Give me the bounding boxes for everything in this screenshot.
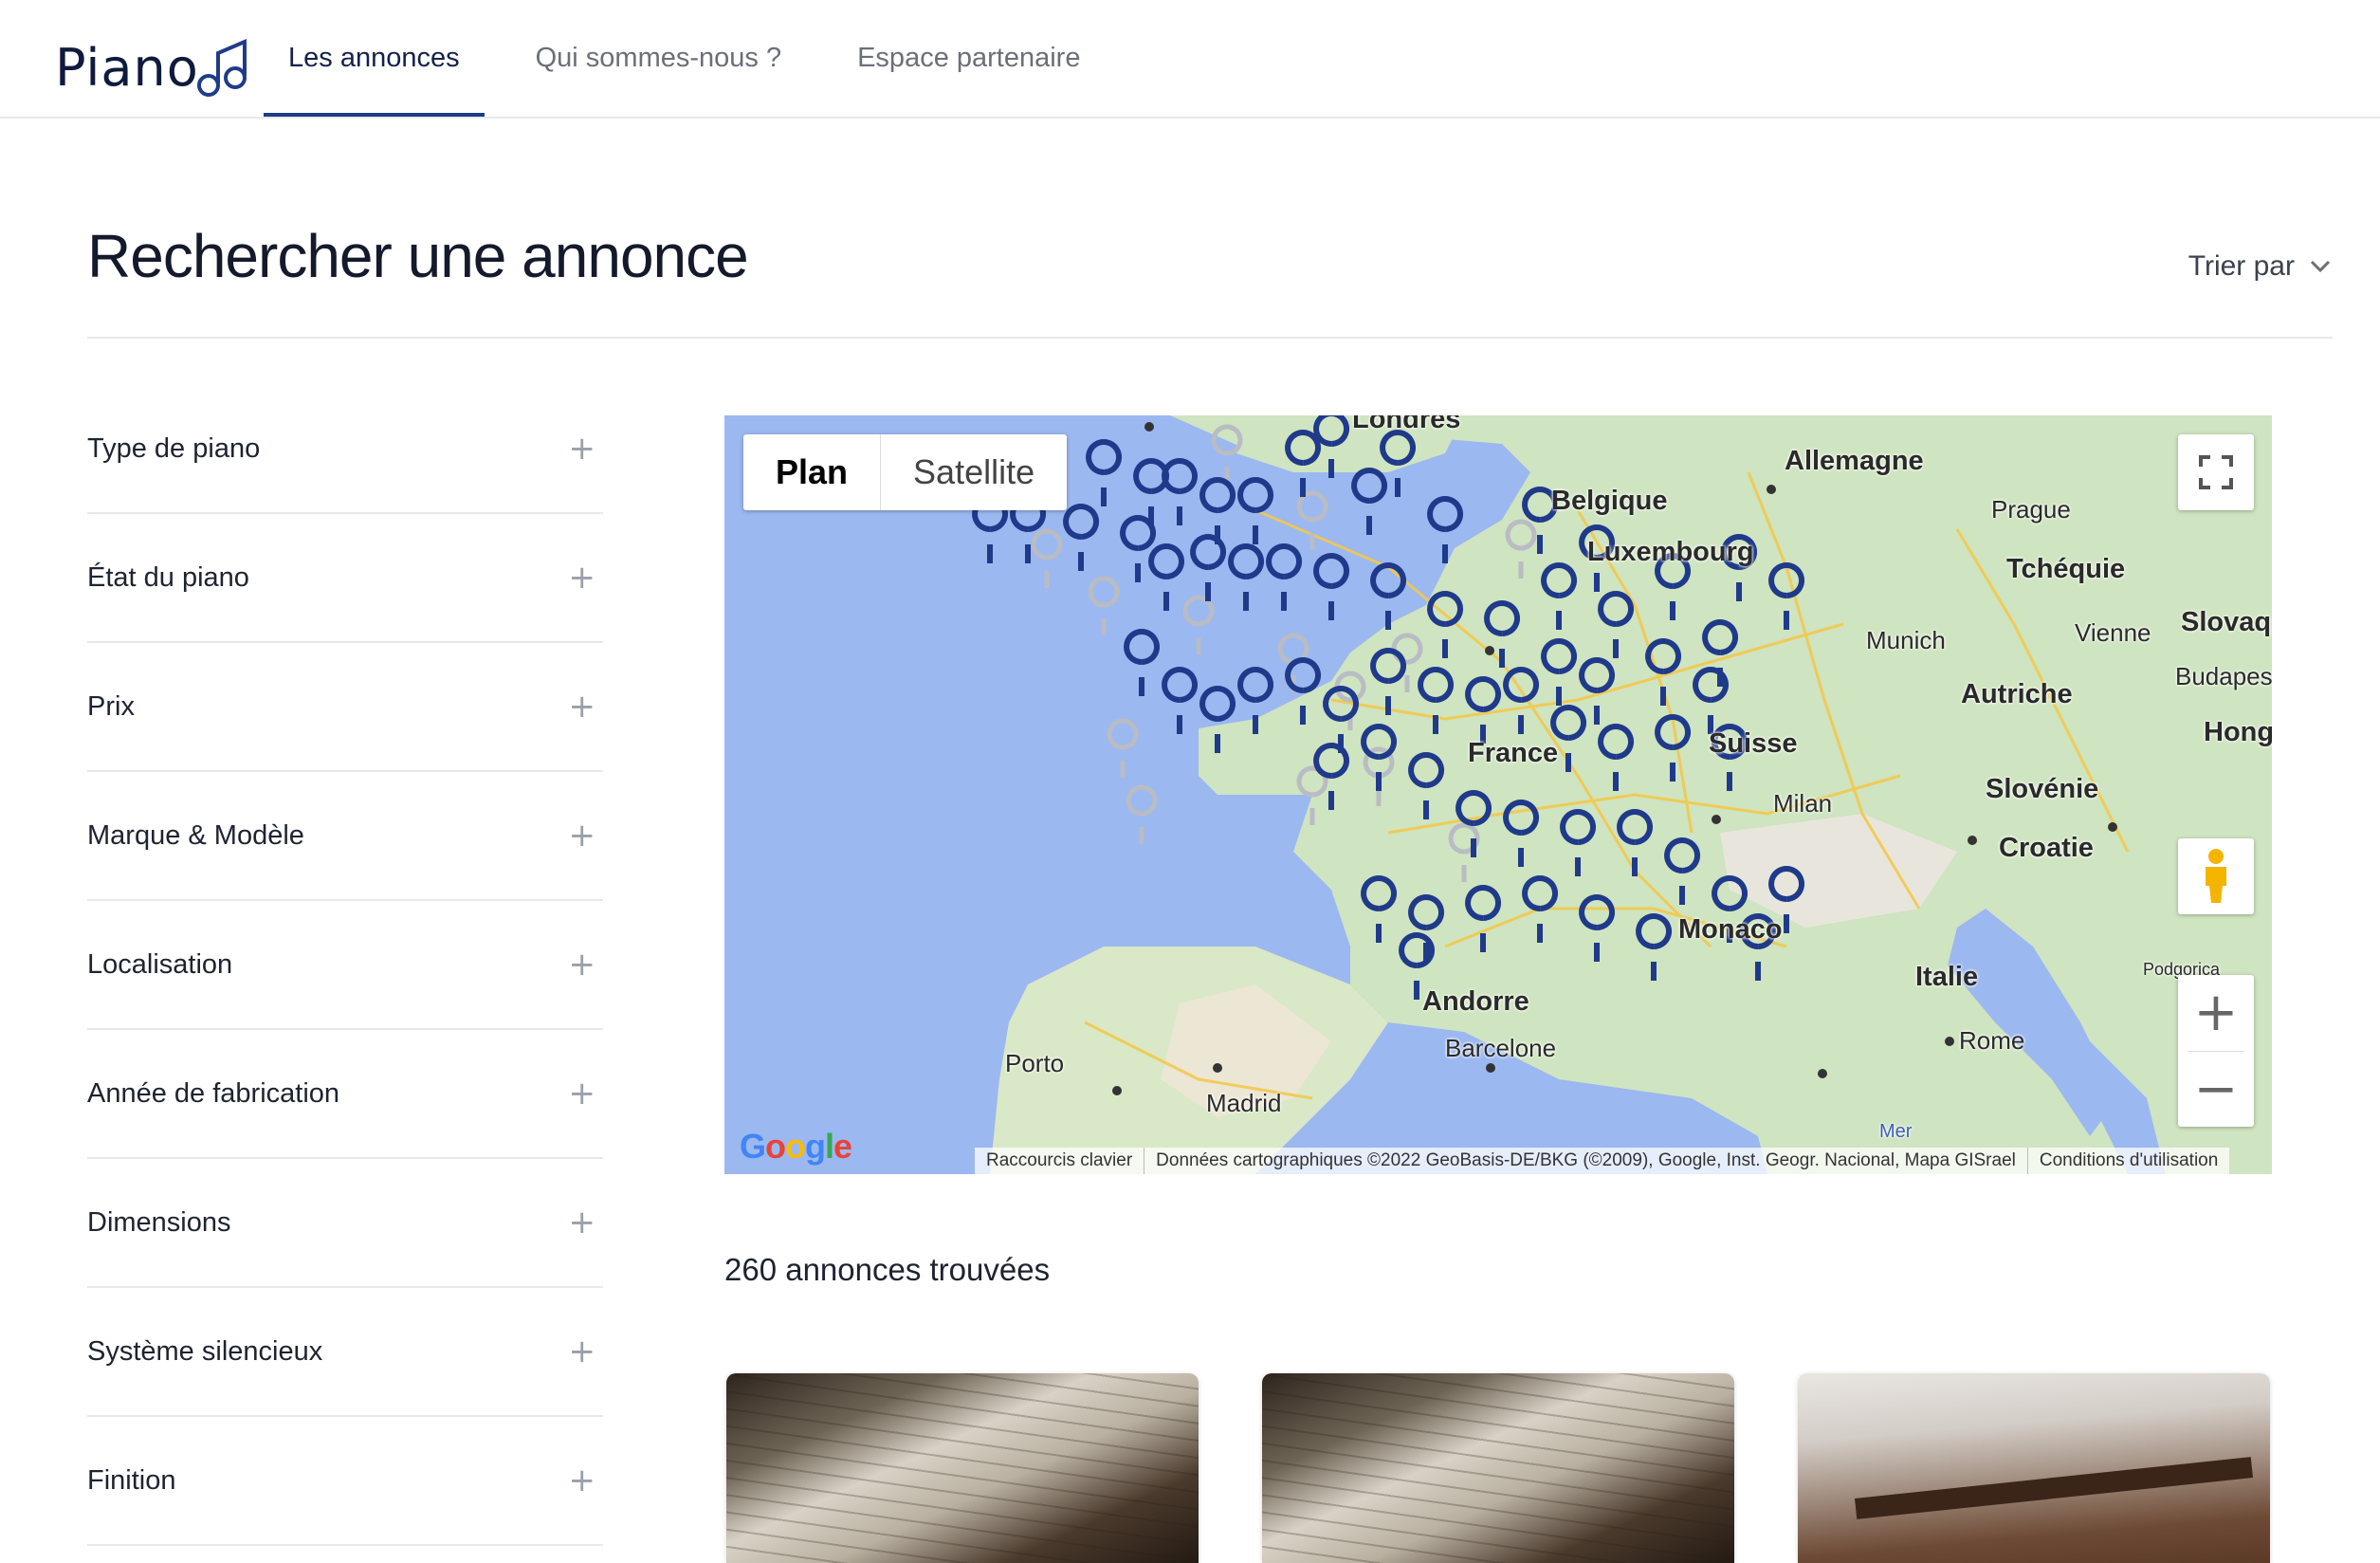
plus-icon: + [568,430,596,468]
page-title: Rechercher une annonce [87,222,749,290]
map-label-rome: Rome [1959,1026,2025,1055]
map-label-slovenie: Slovénie [1986,774,2099,804]
map-label-france: France [1468,738,1559,768]
nav-les-annonces[interactable]: Les annonces [264,0,485,117]
filter-sidebar: Type de piano + État du piano + Prix + Marq… [87,385,603,1546]
map-label-allemagne: Allemagne [1785,446,1924,476]
listing-image [1798,1373,2270,1563]
plus-icon: + [568,688,596,726]
map-label-monaco: Monaco [1678,914,1783,945]
fullscreen-icon [2199,455,2233,489]
listing-image [726,1373,1199,1563]
map-type-satellite-button[interactable]: Satellite [881,434,1067,510]
map-label-suisse: Suisse [1709,728,1798,759]
map-label-munich: Munich [1866,626,1946,654]
chevron-down-icon [2310,260,2331,273]
map-label-milan: Milan [1773,789,1833,818]
filter-systeme-silencieux[interactable]: Système silencieux + [87,1288,603,1417]
map-view[interactable]: Londres Belgique Allemagne Prague Luxemb… [724,415,2272,1174]
filter-localisation[interactable]: Localisation + [87,901,603,1030]
filter-label: Prix [87,690,135,722]
map-label-italie: Italie [1915,962,1979,992]
map-label-mer: Mer [1879,1121,1913,1142]
plus-icon: + [568,559,596,597]
map-label-autriche: Autriche [1961,679,2073,709]
zoom-out-button[interactable]: − [2178,1052,2254,1128]
nav-espace-partenaire[interactable]: Espace partenaire [833,0,1105,117]
zoom-control: + − [2178,975,2254,1127]
plus-icon: + [568,1333,596,1370]
filter-type-de-piano[interactable]: Type de piano + [87,385,603,514]
filter-label: Dimensions [87,1206,231,1238]
pegman-icon [2206,849,2226,903]
listing-card[interactable] [1798,1373,2270,1563]
sort-dropdown[interactable]: Trier par [2188,250,2331,283]
map-label-hong: Hong [2204,717,2272,747]
results-count: 260 annonces trouvées [724,1252,1051,1287]
filter-label: Finition [87,1464,176,1496]
zoom-in-button[interactable]: + [2178,975,2254,1051]
keyboard-shortcuts-link[interactable]: Raccourcis clavier [975,1148,1144,1174]
logo-text: Piano [55,38,199,98]
filter-annee-de-fabrication[interactable]: Année de fabrication + [87,1030,603,1159]
main-nav: Les annonces Qui sommes-nous ? Espace pa… [264,0,1131,117]
map-label-slovaq: Slovaq [2181,607,2272,637]
map-label-porto: Porto [1005,1049,1065,1077]
plus-icon: + [568,1462,596,1499]
filter-label: Type de piano [87,432,261,464]
map-label-belgique: Belgique [1551,486,1668,516]
terms-of-use-link[interactable]: Conditions d'utilisation [2026,1148,2229,1174]
listing-image [1262,1373,1734,1563]
map-type-plan-button[interactable]: Plan [743,434,882,510]
map-data-text: Données cartographiques ©2022 GeoBasis-D… [1144,1148,2027,1174]
map-attribution: Raccourcis clavier Données cartographiqu… [975,1148,2230,1174]
map-label-croatie: Croatie [1999,833,2094,863]
map-label-barcelone: Barcelone [1445,1034,1557,1062]
plus-icon: + [568,1075,596,1112]
filter-label: Année de fabrication [87,1077,340,1109]
top-header: Piano Les annonces Qui sommes-nous ? Esp… [0,0,2380,119]
map-label-tcheque: Tchéquie [2006,554,2126,584]
sort-label: Trier par [2188,250,2295,282]
listing-card[interactable] [726,1373,1199,1563]
filter-finition[interactable]: Finition + [87,1417,603,1546]
music-note-icon [196,38,247,97]
filter-label: Système silencieux [87,1335,323,1367]
logo[interactable]: Piano [55,27,254,102]
filter-label: Marque & Modèle [87,819,304,851]
filter-label: Localisation [87,948,233,980]
map-label-prague: Prague [1991,495,2071,524]
plus-icon: + [568,817,596,855]
filter-etat-du-piano[interactable]: État du piano + [87,514,603,643]
title-divider [87,337,2333,339]
street-view-button[interactable] [2178,838,2254,914]
plus-icon: + [568,1204,596,1241]
listing-card[interactable] [1262,1373,1734,1563]
nav-qui-sommes-nous[interactable]: Qui sommes-nous ? [511,0,807,117]
map-label-vienne: Vienne [2075,618,2151,647]
filter-marque-modele[interactable]: Marque & Modèle + [87,772,603,901]
map-type-control: Plan Satellite [743,434,1068,510]
map-label-andorre: Andorre [1422,986,1529,1017]
plus-icon: + [568,946,596,984]
map-label-budapest: Budapes [2175,662,2272,690]
map-label-londres: Londres [1352,415,1461,434]
map-label-madrid: Madrid [1206,1089,1282,1117]
filter-prix[interactable]: Prix + [87,643,603,772]
map-label-luxembourg: Luxembourg [1587,537,1754,567]
google-logo[interactable]: Google [740,1127,852,1167]
filter-dimensions[interactable]: Dimensions + [87,1159,603,1288]
filter-label: État du piano [87,561,249,593]
fullscreen-button[interactable] [2178,434,2254,510]
